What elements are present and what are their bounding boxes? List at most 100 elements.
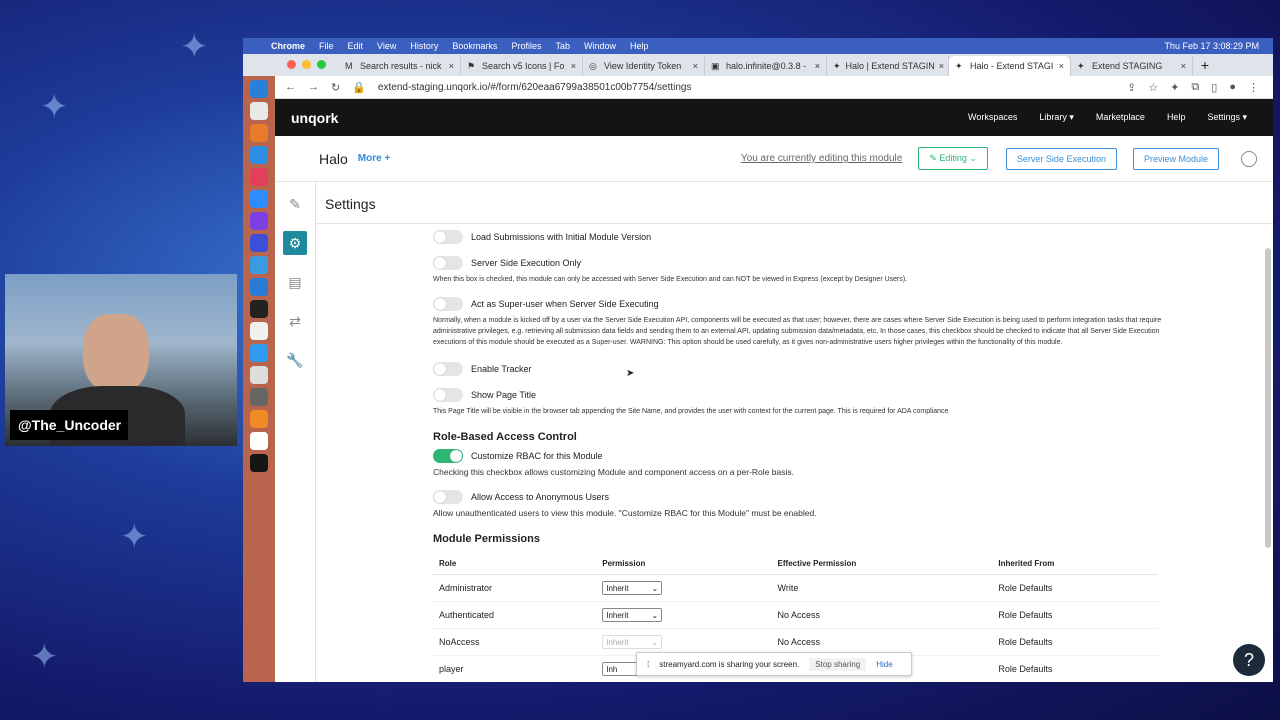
close-icon[interactable]: ×: [811, 61, 820, 71]
editing-dropdown-button[interactable]: ✎ Editing ⌄: [918, 147, 988, 170]
close-icon[interactable]: ×: [1055, 61, 1064, 71]
twitch-icon[interactable]: [250, 212, 268, 230]
appstore-icon[interactable]: [250, 344, 268, 362]
finder-icon[interactable]: [250, 80, 268, 98]
firefox-icon[interactable]: [250, 124, 268, 142]
menu-help[interactable]: Help: [630, 41, 649, 51]
new-tab-button[interactable]: +: [1193, 56, 1217, 76]
bookmark-star-icon[interactable]: ☆: [1148, 81, 1158, 94]
more-button[interactable]: More +: [358, 153, 391, 164]
streamer-name-tag: @The_Uncoder: [10, 410, 128, 440]
safari-icon[interactable]: [250, 146, 268, 164]
close-icon[interactable]: ×: [689, 61, 698, 71]
toggle-switch[interactable]: [433, 230, 463, 244]
tab-label: Search results - nick: [360, 61, 442, 71]
vscode-icon[interactable]: [250, 278, 268, 296]
menu-profiles[interactable]: Profiles: [511, 41, 541, 51]
settings-gear-icon[interactable]: ⚙: [283, 231, 307, 255]
app-icon[interactable]: [250, 256, 268, 274]
setting-description: Allow unauthenticated users to view this…: [433, 508, 817, 518]
share-icon[interactable]: ⇪: [1127, 81, 1136, 94]
setting-label: Load Submissions with Initial Module Ver…: [471, 232, 652, 242]
permission-select[interactable]: Inherit ⌄: [602, 581, 663, 595]
toggle-switch[interactable]: [433, 490, 463, 504]
unqork-dock-icon[interactable]: [250, 454, 268, 472]
server-side-execution-button[interactable]: Server Side Execution: [1005, 147, 1117, 170]
terminal-icon[interactable]: [250, 300, 268, 318]
profile-avatar[interactable]: ●: [1229, 81, 1236, 94]
app-icon[interactable]: [250, 234, 268, 252]
permission-select[interactable]: Inherit ⌄: [602, 608, 663, 622]
close-icon[interactable]: ×: [567, 61, 576, 71]
settings-title: Settings: [325, 196, 376, 212]
close-icon[interactable]: ×: [935, 61, 944, 71]
browser-tab[interactable]: M Search results - nick ×: [339, 56, 461, 76]
nav-help[interactable]: Help: [1167, 112, 1186, 123]
close-window-button[interactable]: [287, 60, 296, 69]
more-menu-icon[interactable]: ⋮: [1248, 81, 1259, 94]
rbac-heading: Role-Based Access Control: [433, 431, 577, 443]
nav-workspaces[interactable]: Workspaces: [968, 112, 1017, 123]
preview-module-button[interactable]: Preview Module: [1132, 147, 1219, 170]
browser-tab[interactable]: ▣ halo.infinite@0.3.8 - ×: [705, 56, 827, 76]
hide-banner-button[interactable]: Hide: [876, 660, 892, 669]
browser-toolbar: ⇪ ☆ ✦ ⧉ ▯ ● ⋮: [1127, 81, 1273, 94]
zoom-icon[interactable]: [250, 190, 268, 208]
menu-bookmarks[interactable]: Bookmarks: [452, 41, 497, 51]
reload-icon[interactable]: ↻: [331, 81, 340, 94]
slack-icon[interactable]: [250, 168, 268, 186]
menu-window[interactable]: Window: [584, 41, 616, 51]
browser-tab[interactable]: ◎ View Identity Token ×: [583, 56, 705, 76]
close-icon[interactable]: ×: [1177, 61, 1186, 71]
app-icon[interactable]: [250, 410, 268, 428]
nav-library[interactable]: Library ▾: [1039, 112, 1074, 123]
sidebar-icon[interactable]: ▯: [1211, 81, 1217, 94]
menubar-clock[interactable]: Thu Feb 17 3:08:29 PM: [1164, 41, 1273, 51]
page-scrollbar[interactable]: [1265, 248, 1271, 548]
zoom-window-button[interactable]: [317, 60, 326, 69]
menu-file[interactable]: File: [319, 41, 334, 51]
editing-note-link[interactable]: You are currently editing this module: [741, 153, 902, 164]
permission-select-value: Inherit: [606, 583, 629, 593]
menubar-app[interactable]: Chrome: [271, 41, 305, 51]
drag-handle-icon[interactable]: ⁞: [647, 660, 649, 669]
browser-tab[interactable]: ✦ Halo | Extend STAGIN ×: [827, 56, 949, 76]
browser-tab-active[interactable]: ✦ Halo - Extend STAGI ×: [949, 56, 1071, 76]
toggle-switch-on[interactable]: [433, 449, 463, 463]
browser-tab[interactable]: ⚑ Search v5 Icons | Fo ×: [461, 56, 583, 76]
notes-icon[interactable]: [250, 322, 268, 340]
app-icon[interactable]: [250, 432, 268, 450]
card-icon[interactable]: ▤: [283, 270, 307, 294]
toggle-switch[interactable]: [433, 256, 463, 270]
module-permissions-heading: Module Permissions: [433, 533, 540, 545]
lock-icon[interactable]: 🔒: [352, 81, 366, 94]
toggle-switch[interactable]: [433, 388, 463, 402]
minimize-window-button[interactable]: [302, 60, 311, 69]
toggle-switch[interactable]: [433, 362, 463, 376]
browser-tab[interactable]: ✦ Extend STAGING ×: [1071, 56, 1193, 76]
puzzle-icon[interactable]: ⧉: [1191, 81, 1199, 94]
transfer-icon[interactable]: ⇄: [283, 309, 307, 333]
back-icon[interactable]: ←: [285, 81, 296, 93]
close-icon[interactable]: ×: [445, 61, 454, 71]
app-icon[interactable]: [250, 388, 268, 406]
edit-icon[interactable]: ✎: [283, 192, 307, 216]
wrench-icon[interactable]: 🔧: [283, 348, 307, 372]
menu-tab[interactable]: Tab: [555, 41, 570, 51]
unqork-logo[interactable]: unqork: [291, 110, 338, 126]
extension-icon[interactable]: ✦: [1170, 81, 1179, 94]
nav-settings[interactable]: Settings ▾: [1207, 112, 1247, 123]
url-field[interactable]: extend-staging.unqork.io/#/form/620eaa67…: [378, 82, 692, 93]
menu-history[interactable]: History: [410, 41, 438, 51]
app-icon[interactable]: [250, 366, 268, 384]
nav-marketplace[interactable]: Marketplace: [1096, 112, 1145, 123]
stop-sharing-button[interactable]: Stop sharing: [809, 657, 867, 671]
chrome-icon[interactable]: [250, 102, 268, 120]
setting-show-page-title: Show Page Title This Page Title will be …: [433, 386, 1168, 417]
menu-view[interactable]: View: [377, 41, 396, 51]
toggle-switch[interactable]: [433, 297, 463, 311]
forward-icon[interactable]: →: [308, 81, 319, 93]
menu-edit[interactable]: Edit: [348, 41, 364, 51]
history-icon[interactable]: [1241, 150, 1257, 167]
help-button[interactable]: ?: [1233, 644, 1265, 676]
